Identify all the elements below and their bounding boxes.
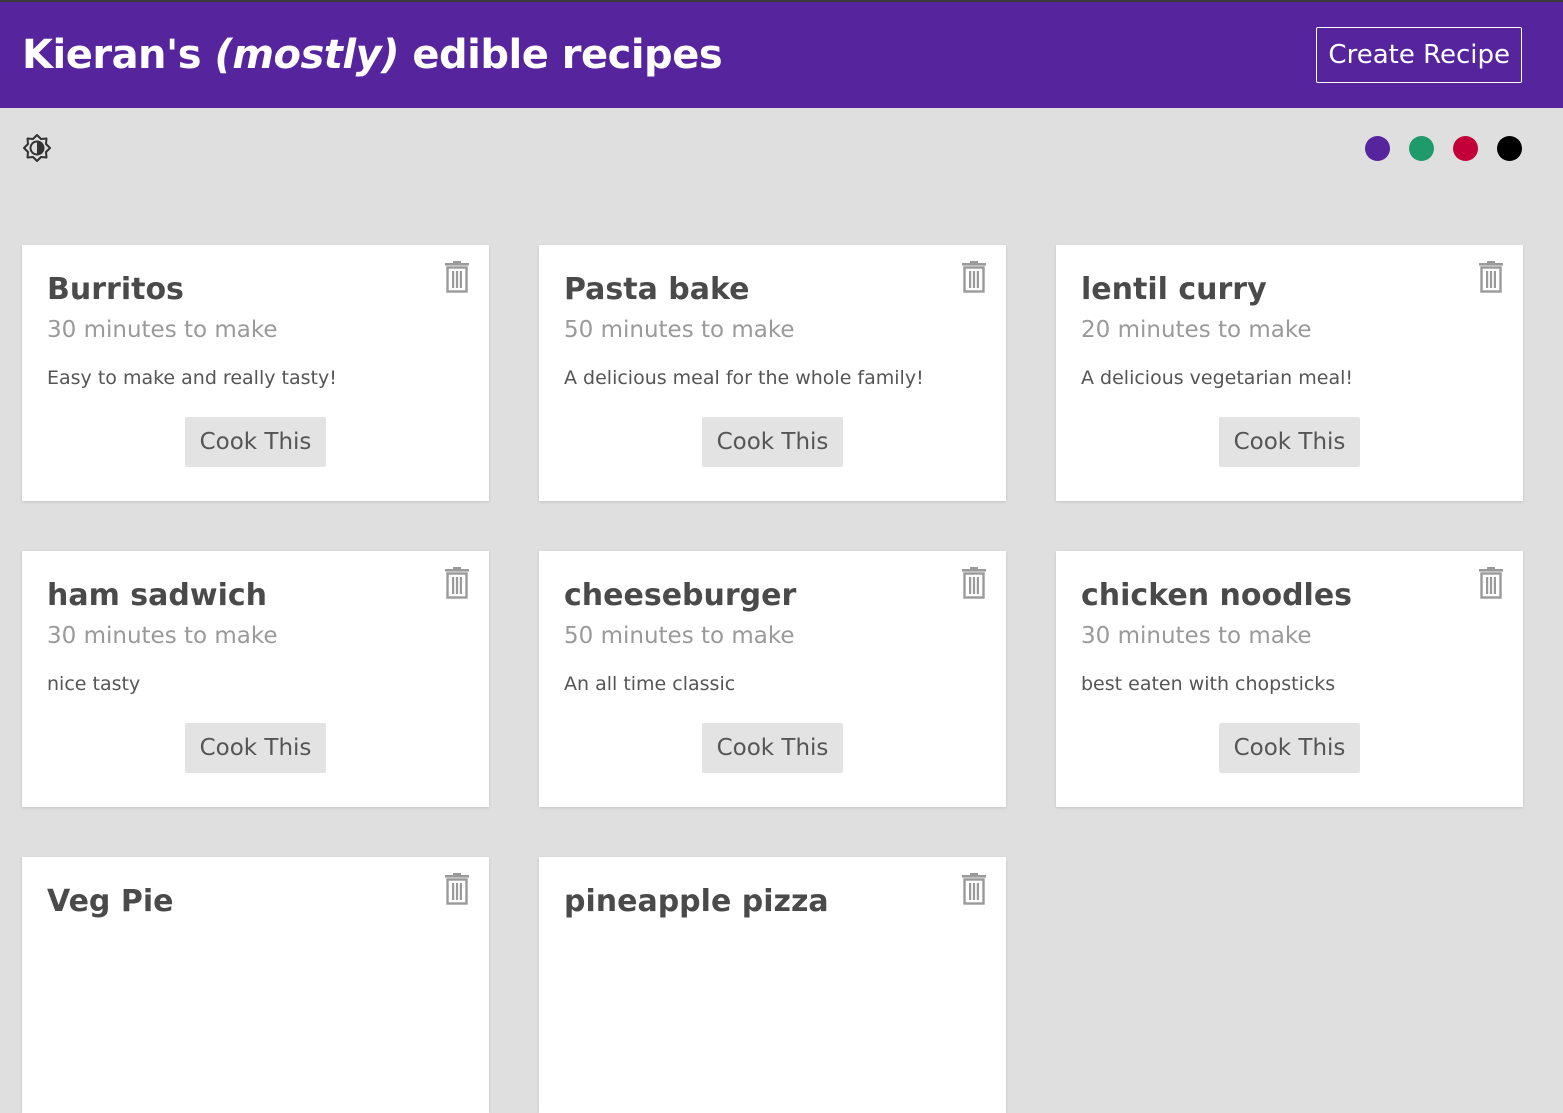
cook-button-wrap: Cook This — [564, 417, 981, 467]
recipe-card: Burritos 30 minutes to make Easy to make… — [22, 245, 489, 501]
recipe-time: 30 minutes to make — [1081, 623, 1312, 649]
recipe-title: ham sadwich — [47, 578, 268, 613]
recipe-description: A delicious vegetarian meal! — [1081, 367, 1354, 389]
site-title-emphasis: (mostly) — [214, 32, 400, 78]
recipe-title: Pasta bake — [564, 272, 750, 307]
theme-swatches — [1365, 135, 1522, 161]
site-title-prefix: Kieran's — [22, 32, 202, 78]
recipe-card: lentil curry 20 minutes to make A delici… — [1056, 245, 1523, 501]
recipe-description: Easy to make and really tasty! — [47, 367, 337, 389]
recipe-time: 30 minutes to make — [47, 623, 278, 649]
brightness-contrast-icon[interactable] — [22, 133, 52, 163]
recipe-card: Veg Pie — [22, 857, 489, 1113]
theme-swatch-purple[interactable] — [1365, 135, 1390, 161]
create-recipe-button[interactable]: Create Recipe — [1316, 27, 1522, 83]
cook-this-button[interactable]: Cook This — [701, 417, 844, 467]
trash-icon[interactable] — [1477, 567, 1505, 599]
trash-icon[interactable] — [1477, 261, 1505, 293]
recipe-card: Pasta bake 50 minutes to make A deliciou… — [539, 245, 1006, 501]
trash-icon[interactable] — [443, 567, 471, 599]
theme-swatch-red[interactable] — [1453, 135, 1478, 161]
cook-this-button[interactable]: Cook This — [184, 417, 327, 467]
toolbar — [0, 108, 1563, 188]
cook-this-button[interactable]: Cook This — [701, 723, 844, 773]
recipe-time: 30 minutes to make — [47, 317, 278, 343]
recipe-time: 20 minutes to make — [1081, 317, 1312, 343]
cook-button-wrap: Cook This — [47, 723, 464, 773]
recipe-time: 50 minutes to make — [564, 317, 795, 343]
site-title: Kieran's (mostly) edible recipes — [22, 32, 723, 78]
recipe-title: Veg Pie — [47, 884, 174, 919]
trash-icon[interactable] — [960, 261, 988, 293]
recipe-description: nice tasty — [47, 673, 141, 695]
cook-this-button[interactable]: Cook This — [1218, 417, 1361, 467]
cook-button-wrap: Cook This — [564, 723, 981, 773]
trash-icon[interactable] — [960, 873, 988, 905]
cook-this-button[interactable]: Cook This — [1218, 723, 1361, 773]
trash-icon[interactable] — [443, 873, 471, 905]
trash-icon[interactable] — [960, 567, 988, 599]
recipe-title: lentil curry — [1081, 272, 1267, 307]
theme-swatch-green[interactable] — [1409, 135, 1434, 161]
recipe-title: Burritos — [47, 272, 184, 307]
recipe-title: pineapple pizza — [564, 884, 829, 919]
recipe-card: pineapple pizza — [539, 857, 1006, 1113]
trash-icon[interactable] — [443, 261, 471, 293]
app-header: Kieran's (mostly) edible recipes Create … — [0, 2, 1563, 108]
theme-swatch-black[interactable] — [1497, 135, 1522, 161]
recipe-description: A delicious meal for the whole family! — [564, 367, 924, 389]
recipe-grid: Burritos 30 minutes to make Easy to make… — [22, 245, 1523, 1113]
recipe-time: 50 minutes to make — [564, 623, 795, 649]
cook-this-button[interactable]: Cook This — [184, 723, 327, 773]
recipe-card: cheeseburger 50 minutes to make An all t… — [539, 551, 1006, 807]
cook-button-wrap: Cook This — [1081, 417, 1498, 467]
recipe-title: chicken noodles — [1081, 578, 1353, 613]
recipe-card: chicken noodles 30 minutes to make best … — [1056, 551, 1523, 807]
cook-button-wrap: Cook This — [1081, 723, 1498, 773]
recipe-description: An all time classic — [564, 673, 736, 695]
cook-button-wrap: Cook This — [47, 417, 464, 467]
site-title-suffix: edible recipes — [412, 32, 723, 78]
recipe-title: cheeseburger — [564, 578, 797, 613]
recipe-card: ham sadwich 30 minutes to make nice tast… — [22, 551, 489, 807]
recipe-description: best eaten with chopsticks — [1081, 673, 1336, 695]
